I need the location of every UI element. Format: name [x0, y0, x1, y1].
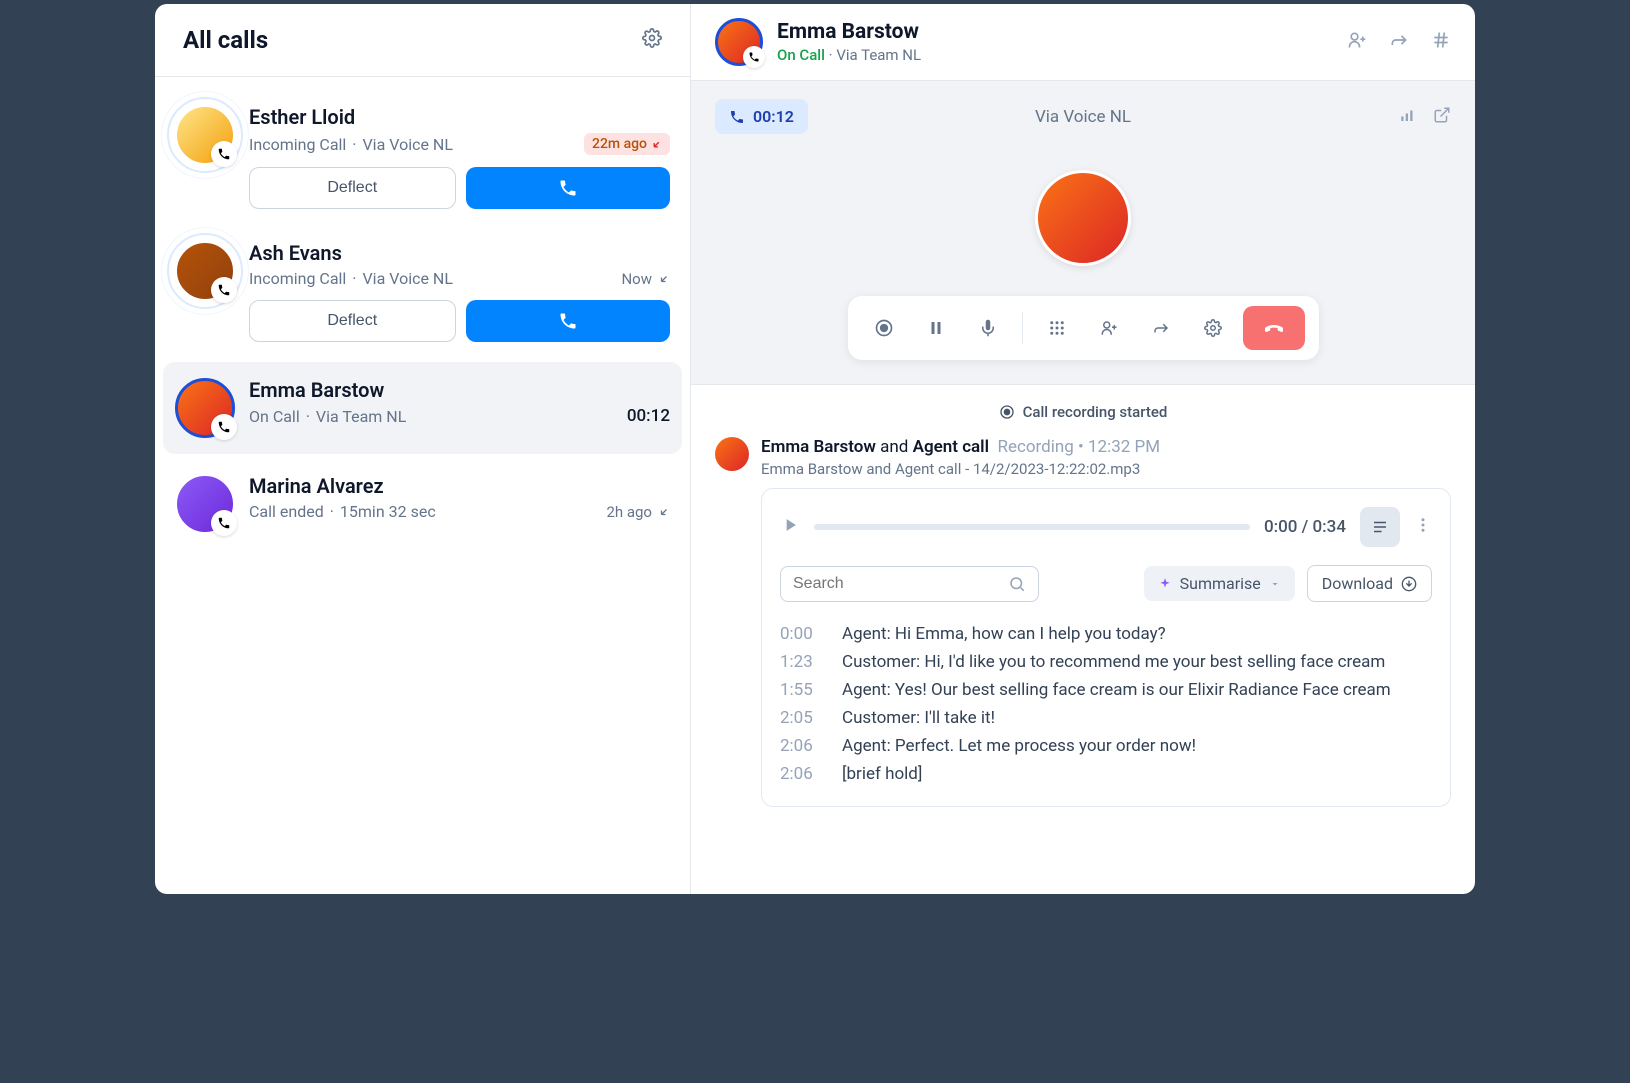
caller-name: Esther Lloid	[249, 105, 670, 129]
main-panel: Emma Barstow On Call · Via Team NL 00:12…	[691, 4, 1475, 894]
calls-sidebar: All calls Esther Lloid Incomin	[155, 4, 691, 894]
summarise-button[interactable]: Summarise	[1144, 566, 1295, 601]
settings-icon[interactable]	[642, 28, 662, 52]
pause-button[interactable]	[914, 306, 958, 350]
time-label: 2h ago	[606, 503, 670, 521]
recording-started-label: Call recording started	[715, 403, 1451, 421]
phone-badge-icon	[211, 277, 237, 303]
call-list: Esther Lloid Incoming Call · Via Voice N…	[155, 77, 690, 562]
transcript-line: 1:23Customer: Hi, I'd like you to recomm…	[780, 648, 1432, 676]
record-button[interactable]	[862, 306, 906, 350]
call-meta: On Call · Via Team NL	[249, 407, 406, 426]
avatar	[175, 378, 235, 438]
call-meta: Incoming Call · Via Voice NL	[249, 269, 453, 288]
contact-status: On Call · Via Team NL	[777, 46, 921, 64]
via-label: Via Voice NL	[1035, 107, 1131, 127]
transcript-toggle-button[interactable]	[1360, 507, 1400, 547]
deflect-button[interactable]: Deflect	[249, 300, 456, 342]
call-body: Marina Alvarez Call ended · 15min 32 sec…	[249, 474, 670, 534]
contact-avatar-large	[1035, 170, 1131, 266]
sparkle-icon	[1158, 577, 1172, 591]
deflect-button[interactable]: Deflect	[249, 167, 456, 209]
phone-badge-icon	[211, 414, 237, 440]
sidebar-title: All calls	[183, 26, 268, 54]
progress-track[interactable]	[814, 524, 1250, 530]
download-icon	[1401, 576, 1417, 592]
search-icon	[1008, 575, 1026, 593]
playback-time: 0:00 / 0:34	[1264, 517, 1346, 537]
search-input[interactable]	[793, 575, 1000, 593]
call-stage: 00:12 Via Voice NL	[691, 81, 1475, 385]
transcript-line: 0:00Agent: Hi Emma, how can I help you t…	[780, 620, 1432, 648]
more-menu-icon[interactable]	[1414, 516, 1432, 538]
answer-button[interactable]	[466, 300, 671, 342]
sidebar-header: All calls	[155, 4, 690, 77]
call-body: Emma Barstow On Call · Via Team NL 00:12	[249, 378, 670, 438]
download-button[interactable]: Download	[1307, 565, 1432, 602]
answer-button[interactable]	[466, 167, 671, 209]
recording-title: Emma Barstow and Agent call Recording • …	[761, 437, 1160, 457]
caller-name: Marina Alvarez	[249, 474, 670, 498]
transcript-line: 2:06Agent: Perfect. Let me process your …	[780, 732, 1432, 760]
avatar	[175, 105, 235, 165]
signal-icon[interactable]	[1399, 106, 1417, 128]
dialpad-button[interactable]	[1035, 306, 1079, 350]
call-item-active[interactable]: Emma Barstow On Call · Via Team NL 00:12	[163, 362, 682, 454]
recording-panel: Call recording started Emma Barstow and …	[691, 385, 1475, 825]
call-settings-button[interactable]	[1191, 306, 1235, 350]
call-body: Ash Evans Incoming Call · Via Voice NL N…	[249, 241, 670, 342]
add-person-button[interactable]	[1087, 306, 1131, 350]
hangup-button[interactable]	[1243, 306, 1305, 350]
forward-icon[interactable]	[1389, 30, 1409, 54]
call-duration: 00:12	[627, 406, 670, 426]
hash-icon[interactable]	[1431, 30, 1451, 54]
popout-icon[interactable]	[1433, 106, 1451, 128]
avatar	[715, 18, 763, 66]
divider	[1022, 312, 1023, 344]
contact-name: Emma Barstow	[777, 20, 921, 44]
call-body: Esther Lloid Incoming Call · Via Voice N…	[249, 105, 670, 209]
transcript-line: 2:06[brief hold]	[780, 760, 1432, 788]
recording-header: Emma Barstow and Agent call Recording • …	[715, 437, 1451, 478]
call-timer: 00:12	[715, 99, 808, 134]
recording-filename: Emma Barstow and Agent call - 14/2/2023-…	[761, 460, 1160, 478]
call-meta: Incoming Call · Via Voice NL	[249, 135, 453, 154]
transcript-search[interactable]	[780, 566, 1039, 602]
call-item[interactable]: Marina Alvarez Call ended · 15min 32 sec…	[155, 458, 690, 550]
transcript: 0:00Agent: Hi Emma, how can I help you t…	[780, 620, 1432, 788]
call-controls	[848, 296, 1319, 360]
transfer-button[interactable]	[1139, 306, 1183, 350]
play-button[interactable]	[780, 515, 800, 539]
call-item[interactable]: Esther Lloid Incoming Call · Via Voice N…	[155, 89, 690, 225]
transcript-line: 1:55Agent: Yes! Our best selling face cr…	[780, 676, 1432, 704]
avatar	[175, 241, 235, 301]
time-label: Now	[621, 270, 670, 288]
phone-badge-icon	[211, 510, 237, 536]
caller-name: Emma Barstow	[249, 378, 670, 402]
phone-badge-icon	[211, 141, 237, 167]
call-item[interactable]: Ash Evans Incoming Call · Via Voice NL N…	[155, 225, 690, 358]
app-window: All calls Esther Lloid Incomin	[155, 4, 1475, 894]
avatar-small	[715, 437, 749, 471]
phone-badge-icon	[743, 46, 765, 68]
audio-player: 0:00 / 0:34 Summ	[761, 488, 1451, 807]
time-badge: 22m ago	[584, 133, 670, 155]
main-header: Emma Barstow On Call · Via Team NL	[691, 4, 1475, 81]
caller-name: Ash Evans	[249, 241, 670, 265]
mute-button[interactable]	[966, 306, 1010, 350]
assign-icon[interactable]	[1347, 30, 1367, 54]
call-meta: Call ended · 15min 32 sec	[249, 502, 436, 521]
chevron-down-icon	[1269, 578, 1281, 590]
transcript-line: 2:05Customer: I'll take it!	[780, 704, 1432, 732]
avatar	[175, 474, 235, 534]
